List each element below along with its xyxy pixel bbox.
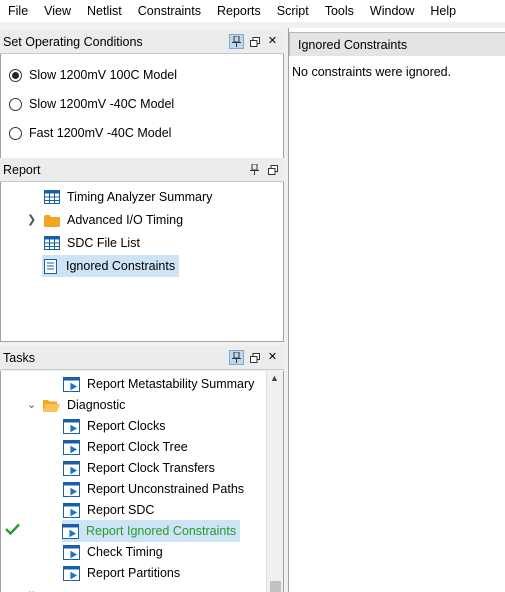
- float-icon[interactable]: [247, 350, 262, 365]
- menu-script[interactable]: Script: [269, 0, 317, 22]
- tasks-header: Tasks ✕: [0, 346, 284, 370]
- close-icon[interactable]: ✕: [265, 34, 280, 49]
- operating-conditions-header: Set Operating Conditions ✕: [0, 30, 284, 54]
- condition-label: Slow 1200mV -40C Model: [29, 97, 175, 111]
- menu-netlist[interactable]: Netlist: [79, 0, 130, 22]
- task-item-report-ignored-constraints[interactable]: Report Ignored Constraints: [62, 520, 241, 542]
- task-label: Report Clocks: [87, 419, 166, 433]
- task-label: Report Clock Transfers: [87, 461, 215, 475]
- float-icon[interactable]: [247, 34, 262, 49]
- scroll-up-icon[interactable]: ▲: [270, 373, 279, 383]
- task-item-report-clocks[interactable]: Report Clocks: [63, 415, 166, 437]
- menu-constraints[interactable]: Constraints: [130, 0, 209, 22]
- run-task-icon: [63, 376, 80, 392]
- table-icon: [43, 236, 60, 251]
- document-icon: [42, 258, 59, 274]
- report-title: Report: [3, 162, 41, 177]
- report-item-label: Advanced I/O Timing: [67, 213, 184, 227]
- task-item-report-unconstrained-paths[interactable]: Report Unconstrained Paths: [63, 478, 244, 500]
- report-viewer: Ignored Constraints No constraints were …: [288, 28, 505, 592]
- condition-option-slow-100c[interactable]: Slow 1200mV 100C Model: [9, 68, 177, 82]
- task-item-report-partitions[interactable]: Report Partitions: [63, 562, 180, 584]
- task-item-report-metastability[interactable]: Report Metastability Summary: [63, 373, 254, 395]
- tasks-tree: Report Metastability Summary ⌄ Diagnosti…: [0, 371, 284, 592]
- pin-icon[interactable]: [229, 34, 244, 49]
- tasks-title: Tasks: [3, 350, 35, 365]
- operating-conditions-body: Slow 1200mV 100C Model Slow 1200mV -40C …: [0, 54, 284, 172]
- task-item-report-sdc[interactable]: Report SDC: [63, 499, 154, 521]
- scrollbar-thumb[interactable]: [270, 581, 281, 592]
- condition-label: Slow 1200mV 100C Model: [29, 68, 177, 82]
- report-item-advanced-io[interactable]: Advanced I/O Timing: [43, 209, 183, 231]
- run-task-icon: [63, 481, 80, 497]
- checkmark-icon: [5, 523, 20, 538]
- float-icon[interactable]: [265, 162, 280, 177]
- radio-button[interactable]: [9, 126, 22, 140]
- menu-help[interactable]: Help: [422, 0, 464, 22]
- menu-bar: File View Netlist Constraints Reports Sc…: [0, 0, 505, 22]
- report-tree: Timing Analyzer Summary ❯ Advanced I/O T…: [0, 182, 284, 342]
- run-task-icon: [63, 439, 80, 455]
- report-item-ignored-constraints[interactable]: Ignored Constraints: [42, 255, 180, 277]
- task-label: Report Ignored Constraints: [86, 524, 237, 538]
- pin-icon[interactable]: [229, 350, 244, 365]
- task-folder-label: Diagnostic: [67, 398, 126, 412]
- task-folder-diagnostic[interactable]: Diagnostic: [43, 394, 125, 416]
- menu-file[interactable]: File: [0, 0, 36, 22]
- report-header: Report: [0, 158, 284, 182]
- table-icon: [43, 190, 60, 205]
- tasks-scrollbar[interactable]: ▲: [266, 371, 283, 592]
- tab-label: Ignored Constraints: [298, 37, 408, 52]
- operating-conditions-title: Set Operating Conditions: [3, 34, 143, 49]
- run-task-icon: [63, 544, 80, 560]
- task-label: Report Partitions: [87, 566, 181, 580]
- report-item-label: Ignored Constraints: [66, 259, 176, 273]
- radio-button[interactable]: [9, 97, 22, 111]
- menu-view[interactable]: View: [36, 0, 79, 22]
- task-label: Report Metastability Summary: [87, 377, 255, 391]
- report-item-timing-summary[interactable]: Timing Analyzer Summary: [43, 186, 212, 208]
- task-item-report-clock-tree[interactable]: Report Clock Tree: [63, 436, 188, 458]
- condition-option-slow-40c[interactable]: Slow 1200mV -40C Model: [9, 97, 174, 111]
- chevron-down-icon[interactable]: ⌄: [27, 398, 36, 411]
- report-message: No constraints were ignored.: [292, 65, 452, 79]
- menu-tools[interactable]: Tools: [317, 0, 362, 22]
- task-label: Report SDC: [87, 503, 155, 517]
- run-task-icon: [63, 460, 80, 476]
- task-label: Report Clock Tree: [87, 440, 188, 454]
- radio-selected-dot: [12, 71, 19, 79]
- tab-ignored-constraints[interactable]: Ignored Constraints: [289, 32, 505, 56]
- folder-open-icon: [43, 398, 60, 413]
- condition-label: Fast 1200mV -40C Model: [29, 126, 172, 140]
- radio-button[interactable]: [9, 68, 22, 82]
- task-label: Check Timing: [87, 545, 163, 559]
- chevron-down-icon[interactable]: ⌄: [27, 584, 36, 592]
- report-item-label: SDC File List: [67, 236, 140, 250]
- condition-option-fast-40c[interactable]: Fast 1200mV -40C Model: [9, 126, 171, 140]
- task-item-report-clock-transfers[interactable]: Report Clock Transfers: [63, 457, 215, 479]
- menu-window[interactable]: Window: [362, 0, 422, 22]
- folder-icon: [43, 213, 60, 228]
- run-task-icon: [63, 565, 80, 581]
- menu-reports[interactable]: Reports: [209, 0, 269, 22]
- chevron-right-icon[interactable]: ❯: [27, 213, 36, 226]
- run-task-icon: [63, 502, 80, 518]
- close-icon[interactable]: ✕: [265, 350, 280, 365]
- left-panels: Set Operating Conditions ✕ Slow 1200mV 1…: [0, 28, 284, 592]
- run-task-icon: [62, 523, 79, 539]
- pin-icon[interactable]: [247, 162, 262, 177]
- report-item-sdc-file-list[interactable]: SDC File List: [43, 232, 140, 254]
- report-item-label: Timing Analyzer Summary: [67, 190, 213, 204]
- run-task-icon: [63, 418, 80, 434]
- task-label: Report Unconstrained Paths: [87, 482, 245, 496]
- task-item-check-timing[interactable]: Check Timing: [63, 541, 163, 563]
